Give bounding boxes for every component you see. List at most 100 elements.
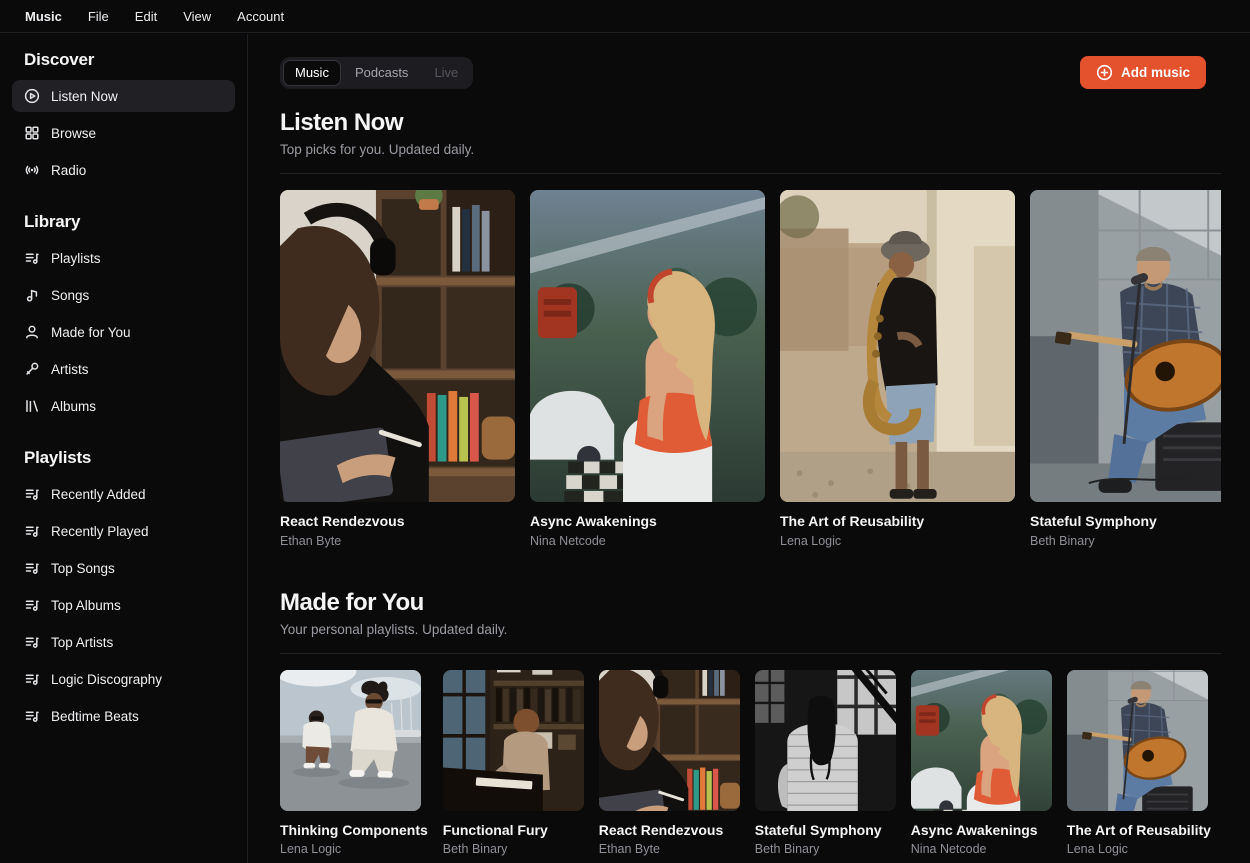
- album-artist: Beth Binary: [1030, 533, 1095, 548]
- album-title: Async Awakenings: [910, 821, 1038, 838]
- separator: [280, 173, 1221, 174]
- album-title: The Art of Reusability: [1066, 821, 1211, 838]
- listen-now-row: React Rendezvous Ethan Byte Async Awaken…: [280, 190, 1221, 549]
- radio-icon: [24, 162, 40, 178]
- sidebar-item-artists[interactable]: Artists: [12, 353, 235, 385]
- album-art-piano-room[interactable]: [443, 670, 584, 811]
- list-music-icon: [24, 486, 40, 502]
- sidebar-heading-library: Library: [24, 212, 81, 231]
- sidebar-item-label: Recently Added: [51, 486, 146, 502]
- menu-edit[interactable]: Edit: [122, 9, 170, 24]
- album-card[interactable]: Stateful Symphony Beth Binary: [754, 670, 896, 858]
- album-art-street-guitarist[interactable]: [1030, 190, 1221, 502]
- sidebar-section-discover: Discover Listen Now Browse Radio: [12, 50, 235, 186]
- play-circle-icon: [24, 88, 40, 104]
- section-subtitle-made-for-you: Your personal playlists. Updated daily.: [280, 621, 508, 637]
- menu-music[interactable]: Music: [12, 9, 75, 24]
- album-artist: Lena Logic: [780, 533, 842, 548]
- album-card[interactable]: React Rendezvous Ethan Byte: [280, 190, 515, 549]
- sidebar-item-label: Recently Played: [51, 523, 149, 539]
- sidebar-item-label: Bedtime Beats: [51, 708, 139, 724]
- sidebar-item-label: Listen Now: [51, 88, 118, 104]
- album-artist: Ethan Byte: [280, 533, 342, 548]
- sidebar-item-browse[interactable]: Browse: [12, 117, 235, 149]
- sidebar-item-top-artists[interactable]: Top Artists: [12, 626, 235, 658]
- album-art-blonde-window[interactable]: [530, 190, 765, 502]
- album-artist: Ethan Byte: [598, 842, 660, 856]
- album-card[interactable]: Async Awakenings Nina Netcode: [910, 670, 1052, 858]
- list-music-icon: [24, 560, 40, 576]
- tab-podcasts[interactable]: Podcasts: [343, 60, 420, 86]
- sidebar-item-made-for-you[interactable]: Made for You: [12, 316, 235, 348]
- album-card[interactable]: Async Awakenings Nina Netcode: [530, 190, 765, 549]
- tab-music[interactable]: Music: [283, 59, 341, 86]
- music-app-window: Music File Edit View Account Discover Li…: [0, 0, 1250, 863]
- album-title: Async Awakenings: [530, 513, 657, 529]
- separator: [280, 652, 1221, 654]
- album-art-harbor-duo[interactable]: [280, 670, 421, 811]
- album-art-reading-woman[interactable]: [599, 670, 740, 811]
- sidebar-item-top-albums[interactable]: Top Albums: [12, 589, 235, 621]
- circle-plus-icon: [1096, 64, 1113, 81]
- album-art-saxophone-street[interactable]: [780, 190, 1015, 502]
- list-music-icon: [24, 634, 40, 650]
- sidebar: Discover Listen Now Browse Radio Library…: [0, 34, 248, 863]
- sidebar-item-logic-discography[interactable]: Logic Discography: [12, 663, 235, 695]
- album-card[interactable]: The Art of Reusability Lena Logic: [1066, 670, 1211, 858]
- sidebar-section-library: Library Playlists Songs Made for You Art…: [12, 212, 235, 422]
- album-art-reading-woman[interactable]: [280, 190, 515, 502]
- album-artist: Nina Netcode: [910, 842, 987, 856]
- sidebar-item-label: Made for You: [51, 324, 131, 340]
- music-note-icon: [24, 287, 40, 303]
- list-music-icon: [24, 250, 40, 266]
- album-card[interactable]: Thinking Components Lena Logic: [280, 670, 428, 858]
- add-music-label: Add music: [1120, 65, 1190, 80]
- content-header: Music Podcasts Live Add music: [280, 56, 1221, 89]
- sidebar-item-albums[interactable]: Albums: [12, 390, 235, 422]
- add-music-button[interactable]: Add music: [1079, 56, 1206, 89]
- sidebar-item-recently-added[interactable]: Recently Added: [12, 478, 235, 510]
- sidebar-item-listen-now[interactable]: Listen Now: [12, 80, 235, 112]
- section-subtitle-listen-now: Top picks for you. Updated daily.: [280, 142, 475, 157]
- made-for-you-row: Thinking Components Lena Logic Functiona…: [280, 670, 1221, 858]
- album-title: React Rendezvous: [598, 821, 724, 838]
- sidebar-item-recently-played[interactable]: Recently Played: [12, 515, 235, 547]
- main-content: Music Podcasts Live Add music Listen Now…: [248, 34, 1250, 863]
- list-music-icon: [24, 597, 40, 613]
- sidebar-item-label: Radio: [51, 162, 87, 178]
- album-card[interactable]: Stateful Symphony Beth Binary: [1030, 190, 1221, 549]
- menu-view[interactable]: View: [170, 9, 224, 24]
- album-artist: Beth Binary: [754, 842, 820, 856]
- album-title: The Art of Reusability: [780, 513, 925, 529]
- album-title: React Rendezvous: [280, 513, 405, 529]
- sidebar-section-playlists: Playlists Recently Added Recently Played…: [12, 448, 235, 732]
- section-title-listen-now: Listen Now: [280, 109, 404, 136]
- album-artist: Lena Logic: [280, 842, 342, 856]
- sidebar-item-label: Artists: [51, 361, 89, 377]
- tab-live[interactable]: Live: [422, 60, 470, 86]
- sidebar-item-label: Playlists: [51, 250, 101, 266]
- sidebar-item-label: Top Songs: [51, 560, 115, 576]
- album-art-street-guitarist[interactable]: [1067, 670, 1208, 811]
- sidebar-item-label: Logic Discography: [51, 671, 163, 687]
- sidebar-item-bedtime-beats[interactable]: Bedtime Beats: [12, 700, 235, 732]
- sidebar-item-top-songs[interactable]: Top Songs: [12, 552, 235, 584]
- sidebar-item-songs[interactable]: Songs: [12, 279, 235, 311]
- album-title: Stateful Symphony: [1030, 513, 1157, 529]
- sidebar-item-label: Albums: [51, 398, 97, 414]
- menu-account[interactable]: Account: [224, 9, 297, 24]
- sidebar-item-playlists[interactable]: Playlists: [12, 242, 235, 274]
- list-music-icon: [24, 671, 40, 687]
- album-card[interactable]: The Art of Reusability Lena Logic: [780, 190, 1015, 549]
- album-card[interactable]: Functional Fury Beth Binary: [442, 670, 584, 858]
- album-art-blonde-window[interactable]: [911, 670, 1052, 811]
- album-card[interactable]: React Rendezvous Ethan Byte: [598, 670, 740, 858]
- sidebar-item-radio[interactable]: Radio: [12, 154, 235, 186]
- menubar: Music File Edit View Account: [0, 0, 1250, 33]
- list-music-icon: [24, 523, 40, 539]
- menu-file[interactable]: File: [75, 9, 122, 24]
- album-art-wicker-chair-bw[interactable]: [755, 670, 896, 811]
- user-icon: [24, 324, 40, 340]
- album-title: Thinking Components: [280, 821, 428, 838]
- sidebar-heading-discover: Discover: [24, 50, 95, 69]
